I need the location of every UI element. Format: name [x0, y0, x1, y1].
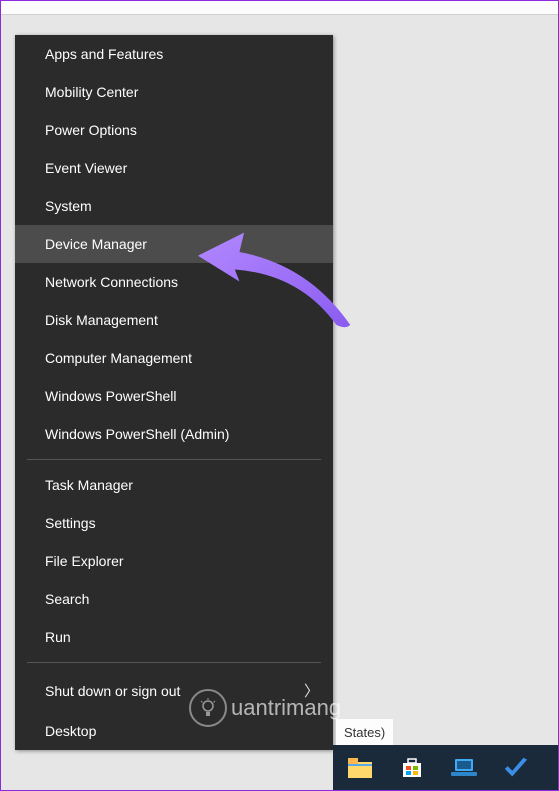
- menu-item-label: Power Options: [45, 122, 137, 138]
- menu-item-desktop[interactable]: Desktop: [15, 712, 333, 750]
- taskbar: [333, 745, 558, 790]
- menu-divider: [27, 459, 321, 460]
- menu-item-power-options[interactable]: Power Options: [15, 111, 333, 149]
- menu-item-label: Shut down or sign out: [45, 683, 180, 699]
- menu-item-device-manager[interactable]: Device Manager: [15, 225, 333, 263]
- language-text: States): [344, 725, 385, 740]
- menu-item-event-viewer[interactable]: Event Viewer: [15, 149, 333, 187]
- menu-item-label: Desktop: [45, 723, 96, 739]
- menu-item-search[interactable]: Search: [15, 580, 333, 618]
- menu-item-label: Device Manager: [45, 236, 147, 252]
- menu-item-apps-features[interactable]: Apps and Features: [15, 35, 333, 73]
- menu-item-label: File Explorer: [45, 553, 124, 569]
- menu-item-label: Apps and Features: [45, 46, 163, 62]
- winx-context-menu: Apps and Features Mobility Center Power …: [15, 35, 333, 750]
- menu-item-system[interactable]: System: [15, 187, 333, 225]
- menu-item-windows-powershell[interactable]: Windows PowerShell: [15, 377, 333, 415]
- check-icon[interactable]: [503, 755, 529, 781]
- menu-item-label: Disk Management: [45, 312, 158, 328]
- menu-item-label: System: [45, 198, 92, 214]
- window-titlebar: [1, 1, 558, 15]
- chevron-right-icon: 〉: [304, 680, 319, 701]
- menu-divider: [27, 662, 321, 663]
- menu-item-task-manager[interactable]: Task Manager: [15, 466, 333, 504]
- menu-item-label: Network Connections: [45, 274, 178, 290]
- menu-item-windows-powershell-admin[interactable]: Windows PowerShell (Admin): [15, 415, 333, 453]
- menu-item-label: Settings: [45, 515, 96, 531]
- menu-item-label: Event Viewer: [45, 160, 127, 176]
- menu-item-label: Mobility Center: [45, 84, 138, 100]
- menu-item-network-connections[interactable]: Network Connections: [15, 263, 333, 301]
- menu-item-shutdown-signout[interactable]: Shut down or sign out 〉: [15, 669, 333, 712]
- menu-item-label: Run: [45, 629, 71, 645]
- file-explorer-icon[interactable]: [347, 755, 373, 781]
- menu-item-label: Windows PowerShell: [45, 388, 177, 404]
- menu-item-settings[interactable]: Settings: [15, 504, 333, 542]
- menu-item-disk-management[interactable]: Disk Management: [15, 301, 333, 339]
- menu-item-computer-management[interactable]: Computer Management: [15, 339, 333, 377]
- language-indicator: States): [336, 719, 393, 745]
- menu-item-label: Task Manager: [45, 477, 133, 493]
- menu-item-run[interactable]: Run: [15, 618, 333, 656]
- store-icon[interactable]: [399, 755, 425, 781]
- menu-item-mobility-center[interactable]: Mobility Center: [15, 73, 333, 111]
- laptop-icon[interactable]: [451, 755, 477, 781]
- menu-item-file-explorer[interactable]: File Explorer: [15, 542, 333, 580]
- menu-item-label: Search: [45, 591, 89, 607]
- menu-item-label: Computer Management: [45, 350, 192, 366]
- menu-item-label: Windows PowerShell (Admin): [45, 426, 229, 442]
